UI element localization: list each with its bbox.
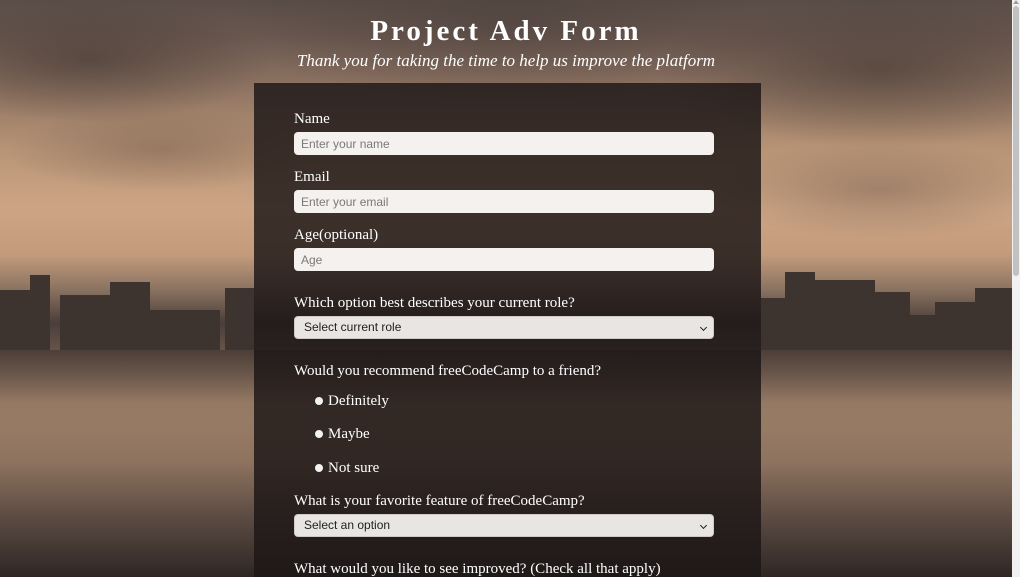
scroll-up-arrow-icon[interactable] [1013,0,1019,4]
name-input[interactable] [294,132,714,155]
radio-option-label: Definitely [328,393,389,409]
radio-option-maybe[interactable]: Maybe [294,424,494,444]
improvements-label: What would you like to see improved? (Ch… [294,561,661,577]
role-label: Which option best describes your current… [294,295,575,311]
favorite-feature-label: What is your favorite feature of freeCod… [294,493,585,509]
role-select-value: Select current role [304,320,402,334]
recommend-label: Would you recommend freeCodeCamp to a fr… [294,363,602,379]
scrollbar-thumb[interactable] [1013,6,1019,276]
page-title: Project Adv Form [370,15,642,47]
page-subtitle: Thank you for taking the time to help us… [296,51,716,70]
radio-button-icon[interactable] [315,464,323,472]
email-label: Email [294,169,330,185]
radio-option-not-sure[interactable]: Not sure [294,458,494,478]
radio-option-label: Not sure [328,460,380,476]
radio-button-icon[interactable] [315,430,323,438]
page-header: Project Adv Form Thank you for taking th… [0,0,1012,72]
radio-option-definitely[interactable]: Definitely [294,391,494,411]
page-scrollbar[interactable] [1012,0,1020,577]
survey-form: Name Email Age(optional) Which option be… [254,83,761,577]
age-input[interactable] [294,248,714,271]
email-input[interactable] [294,190,714,213]
role-select[interactable]: Select current role [294,316,714,339]
favorite-feature-select-value: Select an option [304,518,391,532]
chevron-down-icon [699,521,708,530]
age-label: Age(optional) [294,227,379,243]
chevron-down-icon [699,323,708,332]
favorite-feature-select[interactable]: Select an option [294,514,714,537]
radio-button-icon[interactable] [315,397,323,405]
radio-option-label: Maybe [328,426,370,442]
name-label: Name [294,111,330,127]
